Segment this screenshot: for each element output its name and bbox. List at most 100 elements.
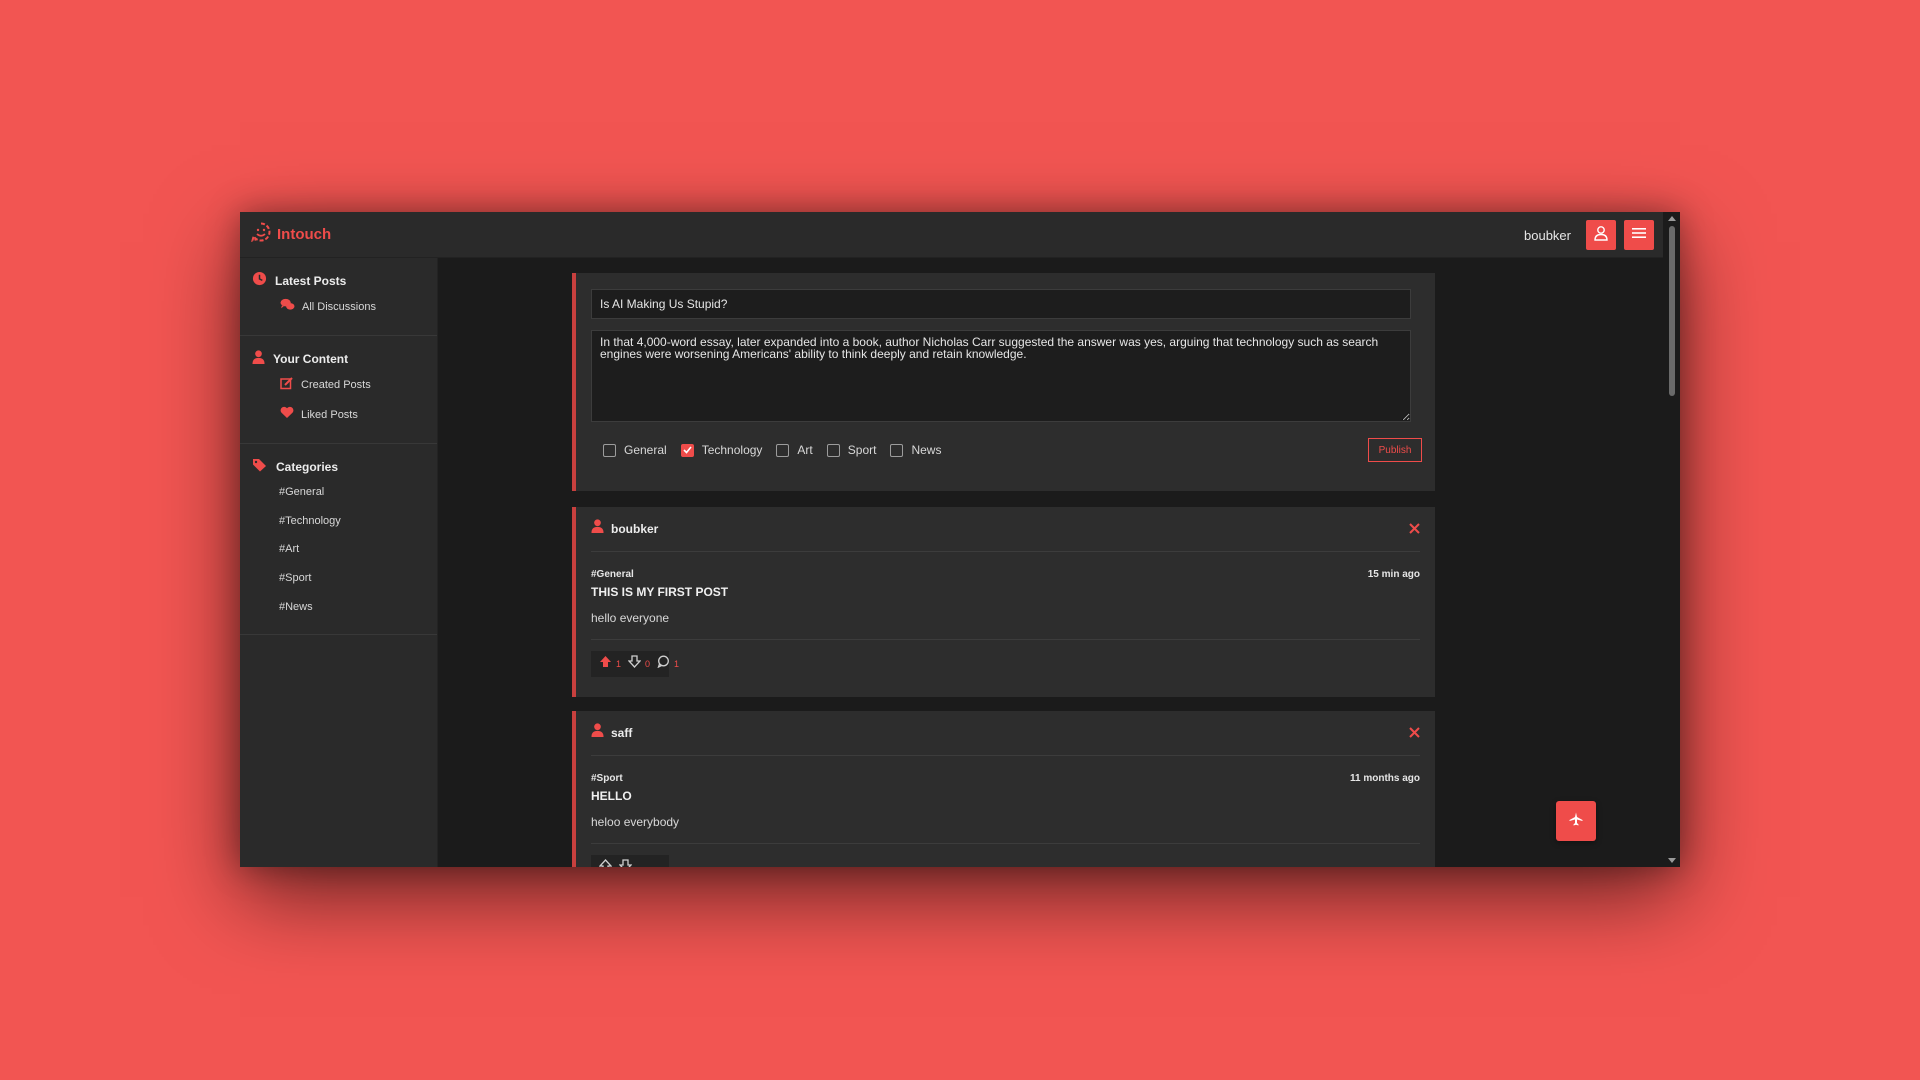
post-timestamp: 11 months ago xyxy=(1349,773,1420,784)
checkbox-label: News xyxy=(911,443,942,457)
divider xyxy=(591,551,1420,552)
scroll-up-arrow-icon[interactable] xyxy=(1668,216,1676,221)
post-card: boubker #General 15 min ago THIS IS MY F… xyxy=(572,507,1435,697)
user-icon xyxy=(1593,225,1609,246)
new-post-button[interactable] xyxy=(1556,801,1596,841)
post-category[interactable]: #General xyxy=(591,569,634,580)
post-title[interactable]: THIS IS MY FIRST POST xyxy=(591,585,728,599)
dislike-button[interactable] xyxy=(618,859,633,867)
sidebar-group-categories: Categories #General #Technology #Art #Sp… xyxy=(240,444,437,635)
thumbs-up-icon xyxy=(599,655,612,673)
sidebar-item-all-discussions[interactable]: All Discussions xyxy=(240,292,437,322)
plane-icon xyxy=(1569,812,1583,831)
tags-icon xyxy=(252,458,268,477)
edit-icon xyxy=(280,376,294,395)
sidebar-heading-latest[interactable]: Latest Posts xyxy=(240,270,437,292)
sidebar-category-general[interactable]: #General xyxy=(240,478,437,507)
menu-button[interactable] xyxy=(1624,220,1654,250)
brand[interactable]: Intouch xyxy=(250,221,331,248)
sidebar-item-liked-posts[interactable]: Liked Posts xyxy=(240,400,437,430)
sidebar-item-label: Created Posts xyxy=(301,379,371,391)
checkbox-label: Sport xyxy=(847,443,877,457)
brand-name: Intouch xyxy=(277,226,332,243)
profile-button[interactable] xyxy=(1586,220,1616,250)
checkbox-label: General xyxy=(624,443,667,457)
vertical-scrollbar[interactable] xyxy=(1663,212,1680,867)
top-bar: Intouch boubker xyxy=(240,212,1680,258)
sidebar-group-your-content: Your Content Created Posts Liked Posts xyxy=(240,336,437,444)
checkbox-box[interactable] xyxy=(776,443,790,457)
post-author[interactable]: boubker xyxy=(611,522,658,536)
sidebar-heading-categories[interactable]: Categories xyxy=(240,456,437,478)
scrollbar-thumb[interactable] xyxy=(1669,226,1675,396)
post-author[interactable]: saff xyxy=(611,726,632,740)
checkbox-box[interactable] xyxy=(603,443,616,457)
thumbs-down-icon xyxy=(618,859,633,867)
top-right-controls: boubker xyxy=(1524,220,1654,250)
post-author-row: boubker xyxy=(591,519,658,538)
discussions-icon xyxy=(280,298,295,316)
comment-count: 1 xyxy=(674,659,680,669)
hamburger-icon xyxy=(1632,226,1646,244)
heart-icon xyxy=(280,406,294,424)
thumbs-down-icon xyxy=(627,655,642,673)
like-button[interactable]: 1 xyxy=(599,655,621,673)
sidebar-category-technology[interactable]: #Technology xyxy=(240,507,437,536)
post-actions: 1 0 1 xyxy=(591,651,679,677)
main-feed: In that 4,000-word essay, later expanded… xyxy=(438,258,1663,867)
post-body: heloo everybody xyxy=(591,815,680,829)
checkbox-box[interactable] xyxy=(890,443,904,457)
like-count: 1 xyxy=(616,659,622,669)
category-checkbox-sport[interactable]: Sport xyxy=(826,443,877,457)
scroll-down-arrow-icon[interactable] xyxy=(1668,858,1676,863)
comment-button[interactable]: 1 xyxy=(657,655,679,673)
sidebar-category-art[interactable]: #Art xyxy=(240,535,437,564)
post-body: hello everyone xyxy=(591,611,670,625)
app-window: Intouch boubker Latest Posts All Discuss… xyxy=(240,212,1680,867)
post-timestamp: 15 min ago xyxy=(1367,569,1420,580)
username-label: boubker xyxy=(1524,227,1571,243)
category-checkboxes: General Technology Art Sport News xyxy=(603,443,955,457)
user-icon xyxy=(591,723,604,742)
sidebar-item-label: All Discussions xyxy=(302,301,376,313)
sidebar-category-sport[interactable]: #Sport xyxy=(240,564,437,593)
comment-icon xyxy=(657,655,670,673)
divider xyxy=(591,639,1420,640)
user-icon xyxy=(252,349,265,369)
post-category[interactable]: #Sport xyxy=(591,773,623,784)
sidebar-item-label: Liked Posts xyxy=(301,409,358,421)
close-icon[interactable] xyxy=(1409,725,1420,743)
post-title[interactable]: HELLO xyxy=(591,789,632,803)
sidebar-heading-label: Latest Posts xyxy=(275,274,347,288)
dislike-button[interactable]: 0 xyxy=(627,655,651,673)
checkbox-box[interactable] xyxy=(680,441,694,459)
category-checkbox-technology[interactable]: Technology xyxy=(680,441,763,459)
like-button[interactable] xyxy=(598,859,613,867)
post-actions xyxy=(591,855,669,867)
close-icon[interactable] xyxy=(1409,521,1420,539)
sidebar-item-created-posts[interactable]: Created Posts xyxy=(240,370,437,400)
sidebar-category-news[interactable]: #News xyxy=(240,592,437,621)
publish-button[interactable]: Publish xyxy=(1368,438,1422,462)
sidebar-heading-label: Categories xyxy=(276,460,339,474)
dislike-count: 0 xyxy=(645,659,651,669)
checkbox-box[interactable] xyxy=(826,443,840,457)
post-author-row: saff xyxy=(591,723,632,742)
sidebar-heading-your-content[interactable]: Your Content xyxy=(240,348,437,370)
checkbox-label: Art xyxy=(797,443,813,457)
sidebar: Latest Posts All Discussions Your Conten… xyxy=(240,258,438,867)
category-checkbox-news[interactable]: News xyxy=(890,443,941,457)
checkbox-label: Technology xyxy=(701,443,763,457)
category-checkbox-general[interactable]: General xyxy=(603,443,667,457)
post-title-input[interactable] xyxy=(591,289,1411,319)
divider xyxy=(591,843,1420,844)
check-icon xyxy=(683,441,692,459)
post-body-textarea[interactable]: In that 4,000-word essay, later expanded… xyxy=(591,330,1411,422)
user-icon xyxy=(591,519,604,538)
sidebar-group-latest: Latest Posts All Discussions xyxy=(240,258,437,336)
smiley-chat-icon xyxy=(250,221,272,248)
clock-icon xyxy=(252,271,267,291)
category-checkbox-art[interactable]: Art xyxy=(776,443,813,457)
post-card: saff #Sport 11 months ago HELLO heloo ev… xyxy=(572,711,1435,867)
thumbs-up-icon xyxy=(598,859,613,867)
